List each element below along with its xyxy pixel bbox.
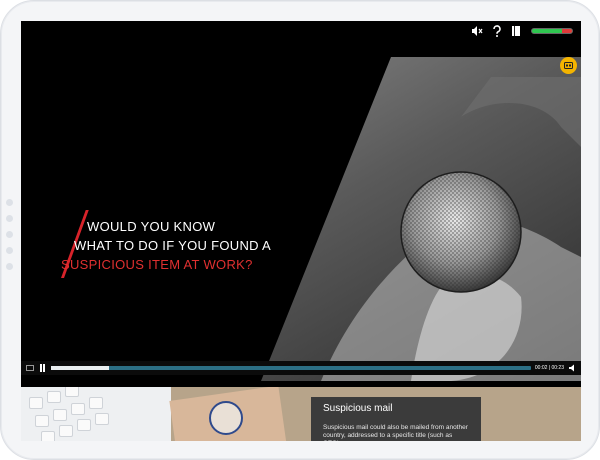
mute-icon[interactable] <box>471 24 483 38</box>
pause-icon[interactable] <box>38 364 47 373</box>
time-display: 00:02 | 00:23 <box>535 365 564 371</box>
info-card-title: Suspicious mail <box>323 403 393 414</box>
headline: Would you know what to do if you found a… <box>61 217 301 274</box>
captions-icon <box>564 62 573 69</box>
info-card-body: Suspicious mail could also be mailed fro… <box>323 424 468 441</box>
course-progress-bar <box>531 28 573 34</box>
video-stage: Would you know what to do if you found a… <box>21 57 581 381</box>
course-toolbar <box>21 21 581 41</box>
side-dot <box>6 231 13 238</box>
book-icon[interactable] <box>511 24 522 38</box>
player-controls: 00:02 | 00:23 <box>21 361 581 375</box>
keyboard-image <box>21 387 171 441</box>
side-dot <box>6 199 13 206</box>
info-card: Suspicious mail Suspicious mail could al… <box>311 397 481 441</box>
time-total: 00:23 <box>551 365 564 371</box>
captions-toggle-icon[interactable] <box>25 364 34 373</box>
seek-bar-played <box>51 366 109 370</box>
headline-line-2: what to do if you found a <box>74 238 271 253</box>
side-dot <box>6 215 13 222</box>
progress-remaining <box>562 29 572 33</box>
time-current: 00:02 <box>534 365 548 371</box>
course-screen: Would you know what to do if you found a… <box>21 21 581 441</box>
next-slide-preview: Suspicious mail Suspicious mail could al… <box>21 387 581 441</box>
tablet-side-buttons <box>5 199 15 279</box>
seal-image <box>209 401 243 435</box>
headline-line-1: Would you know <box>87 219 216 234</box>
captions-button[interactable] <box>560 57 577 74</box>
headline-line-3: Suspicious item at work? <box>61 257 253 272</box>
side-dot <box>6 247 13 254</box>
volume-icon[interactable] <box>568 364 577 373</box>
tablet-frame: Would you know what to do if you found a… <box>0 0 600 460</box>
seek-bar[interactable] <box>51 366 531 370</box>
side-dot <box>6 263 13 270</box>
help-icon[interactable] <box>492 24 502 38</box>
